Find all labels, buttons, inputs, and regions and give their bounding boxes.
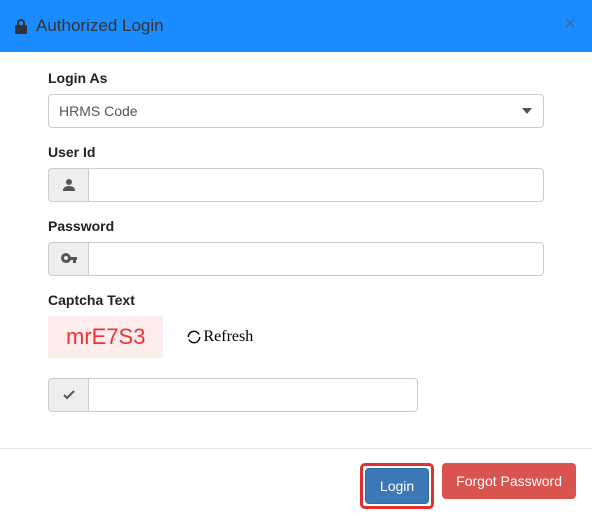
dialog-header: Authorized Login × bbox=[0, 0, 592, 52]
login-button-highlight: Login bbox=[360, 463, 434, 509]
user-id-label: User Id bbox=[48, 144, 544, 160]
captcha-input[interactable] bbox=[88, 378, 418, 412]
dialog-body: Login As HRMS Code User Id Password bbox=[0, 52, 592, 448]
login-as-label: Login As bbox=[48, 70, 544, 86]
password-group: Password bbox=[48, 218, 544, 276]
forgot-password-button[interactable]: Forgot Password bbox=[442, 463, 576, 499]
dialog-title: Authorized Login bbox=[36, 16, 164, 36]
key-icon bbox=[48, 242, 88, 276]
user-id-group: User Id bbox=[48, 144, 544, 202]
login-as-select-wrap: HRMS Code bbox=[48, 94, 544, 128]
dialog-title-wrap: Authorized Login bbox=[14, 16, 164, 36]
captcha-row: mrE7S3 Refresh bbox=[48, 316, 544, 358]
refresh-label: Refresh bbox=[203, 328, 253, 346]
refresh-captcha-link[interactable]: Refresh bbox=[187, 328, 253, 346]
user-id-input-group bbox=[48, 168, 544, 202]
user-icon bbox=[48, 168, 88, 202]
dialog-footer: Login Forgot Password bbox=[0, 448, 592, 523]
captcha-image: mrE7S3 bbox=[48, 316, 163, 358]
password-label: Password bbox=[48, 218, 544, 234]
login-as-group: Login As HRMS Code bbox=[48, 70, 544, 128]
login-as-select[interactable]: HRMS Code bbox=[48, 94, 544, 128]
close-icon[interactable]: × bbox=[564, 14, 576, 34]
login-button[interactable]: Login bbox=[365, 468, 429, 504]
password-input[interactable] bbox=[88, 242, 544, 276]
lock-icon bbox=[14, 18, 28, 34]
password-input-group bbox=[48, 242, 544, 276]
captcha-group: Captcha Text mrE7S3 Refresh bbox=[48, 292, 544, 412]
refresh-icon bbox=[187, 330, 201, 344]
user-id-input[interactable] bbox=[88, 168, 544, 202]
check-icon bbox=[48, 378, 88, 412]
captcha-input-group bbox=[48, 378, 418, 412]
captcha-label: Captcha Text bbox=[48, 292, 544, 308]
